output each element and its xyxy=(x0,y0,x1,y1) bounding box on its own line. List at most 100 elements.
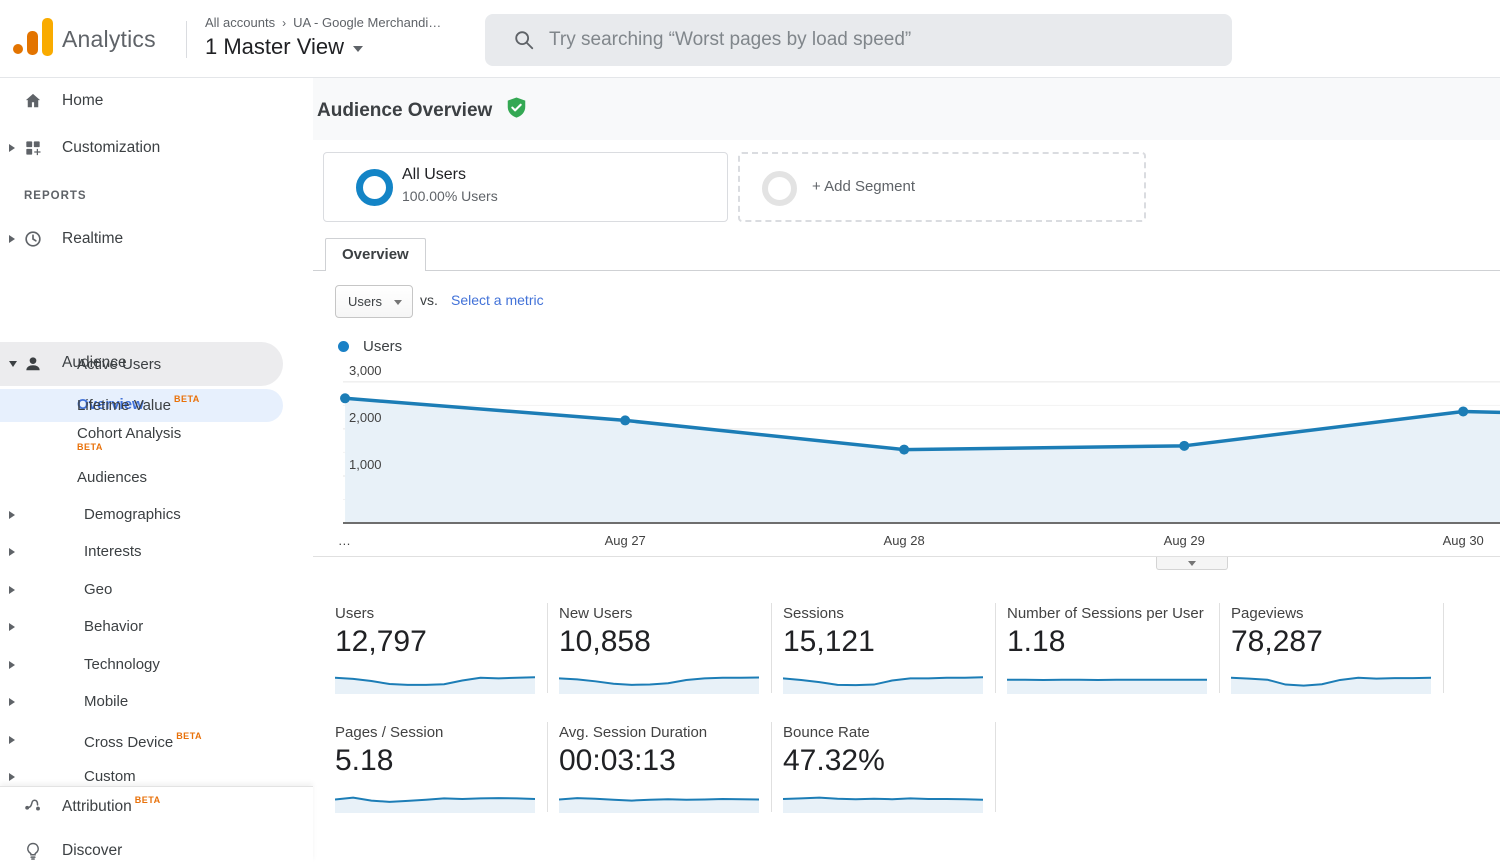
breadcrumb-separator-icon: › xyxy=(282,16,286,30)
app-header: Analytics All accounts › UA - Google Mer… xyxy=(0,0,1500,78)
metric-card-pages-per-session: Pages / Session 5.18 xyxy=(335,724,535,814)
metric-value: 12,797 xyxy=(335,625,427,659)
sidebar-item-discover[interactable]: Discover xyxy=(0,836,283,862)
sidebar-item-lifetime-value[interactable]: Lifetime ValueBETA xyxy=(0,388,283,418)
beta-badge: BETA xyxy=(174,394,200,404)
metric-label: Bounce Rate xyxy=(783,724,870,741)
sidebar-item-cross-device[interactable]: Cross DeviceBETA xyxy=(0,725,283,755)
metric-divider xyxy=(771,722,772,812)
breadcrumb-account[interactable]: All accounts xyxy=(205,15,275,30)
metric-card-avg-session-duration: Avg. Session Duration 00:03:13 xyxy=(559,724,759,814)
metric-card-bounce-rate: Bounce Rate 47.32% xyxy=(783,724,983,814)
legend-dot-icon xyxy=(338,341,349,352)
logo-dot xyxy=(13,44,23,54)
sidebar-item-label: Interests xyxy=(84,543,142,560)
sparkline-chart xyxy=(335,667,535,694)
logo-bar-short xyxy=(27,31,38,55)
search-input[interactable] xyxy=(549,29,1189,51)
sidebar-item-label: Behavior xyxy=(84,618,143,635)
sidebar-item-customization[interactable]: Customization xyxy=(0,133,283,163)
attribution-icon xyxy=(23,794,43,814)
metric-card-new-users: New Users 10,858 xyxy=(559,605,759,695)
metric-label: Sessions xyxy=(783,605,844,622)
chevron-down-icon xyxy=(353,46,363,52)
metric-divider xyxy=(547,722,548,812)
x-axis-label: Aug 28 xyxy=(884,533,925,548)
breadcrumb-property[interactable]: UA - Google Merchandi… xyxy=(293,15,441,30)
view-name: 1 Master View xyxy=(205,34,344,60)
breadcrumb: All accounts › UA - Google Merchandi… xyxy=(205,15,441,30)
sidebar-item-active-users[interactable]: Active Users xyxy=(0,350,283,380)
chevron-down-icon xyxy=(394,300,402,305)
x-axis-label: Aug 29 xyxy=(1164,533,1205,548)
add-segment-label: + Add Segment xyxy=(812,178,915,195)
segment-circle-icon xyxy=(762,171,797,206)
chevron-right-icon xyxy=(9,736,15,744)
clock-icon xyxy=(23,229,43,249)
chart-legend: Users xyxy=(338,338,402,355)
metric-label: New Users xyxy=(559,605,632,622)
metric-divider xyxy=(995,603,996,693)
analytics-logo-icon[interactable] xyxy=(12,17,56,59)
select-metric-link[interactable]: Select a metric xyxy=(451,292,544,308)
view-selector[interactable]: 1 Master View xyxy=(205,34,363,60)
sidebar-item-cohort-analysis[interactable]: Cohort Analysis BETA xyxy=(0,419,283,461)
chevron-right-icon xyxy=(9,773,15,781)
metric-card-sessions-per-user: Number of Sessions per User 1.18 xyxy=(1007,605,1207,695)
y-axis-label: 2,000 xyxy=(349,410,382,425)
users-chart-area: 1,0002,0003,000 …Aug 27Aug 28Aug 29Aug 3… xyxy=(313,363,1500,563)
legend-label: Users xyxy=(363,338,402,355)
beta-badge: BETA xyxy=(135,795,161,805)
sidebar-item-interests[interactable]: Interests xyxy=(0,537,283,567)
y-axis-label: 1,000 xyxy=(349,457,382,472)
tab-bar: Overview xyxy=(313,238,1500,271)
sidebar-item-demographics[interactable]: Demographics xyxy=(0,500,283,530)
sidebar-item-technology[interactable]: Technology xyxy=(0,650,283,680)
segment-card-all-users[interactable]: All Users 100.00% Users xyxy=(323,152,728,222)
beta-badge: BETA xyxy=(176,731,202,741)
sidebar-item-mobile[interactable]: Mobile xyxy=(0,687,283,717)
sidebar-item-label: Cross DeviceBETA xyxy=(84,731,202,751)
sidebar-item-label: Mobile xyxy=(84,693,128,710)
tab-overview[interactable]: Overview xyxy=(325,238,426,271)
add-segment-button[interactable]: + Add Segment xyxy=(738,152,1146,222)
metric-value: 47.32% xyxy=(783,744,885,778)
sparkline-chart xyxy=(559,786,759,813)
sidebar-item-label: Audiences xyxy=(77,469,147,486)
chevron-right-icon xyxy=(9,698,15,706)
metric-divider xyxy=(995,722,996,812)
sidebar-item-realtime[interactable]: Realtime xyxy=(0,224,283,254)
sparkline-chart xyxy=(559,667,759,694)
sparkline-chart xyxy=(335,786,535,813)
sparkline-chart xyxy=(783,667,983,694)
vs-label: vs. xyxy=(420,292,438,308)
verified-shield-icon xyxy=(506,96,527,120)
sidebar-item-audiences[interactable]: Audiences xyxy=(0,463,283,493)
metric-value: 15,121 xyxy=(783,625,875,659)
chart-divider xyxy=(313,556,1500,557)
search-bar[interactable] xyxy=(485,14,1232,66)
chevron-right-icon xyxy=(9,235,15,243)
beta-badge: BETA xyxy=(77,442,103,452)
sidebar-item-behavior[interactable]: Behavior xyxy=(0,612,283,642)
sidebar-item-label: Lifetime ValueBETA xyxy=(77,394,200,414)
metric-value: 1.18 xyxy=(1007,625,1065,659)
sidebar-item-geo[interactable]: Geo xyxy=(0,575,283,605)
sidebar-item-home[interactable]: Home xyxy=(0,86,283,116)
segment-circle-icon xyxy=(356,169,393,206)
chart-expander-button[interactable] xyxy=(1156,557,1228,570)
chevron-right-icon xyxy=(9,511,15,519)
chevron-right-icon xyxy=(9,144,15,152)
metric-value: 00:03:13 xyxy=(559,744,676,778)
header-divider xyxy=(186,21,187,58)
metric-label: Users xyxy=(335,605,374,622)
lightbulb-icon xyxy=(23,841,43,861)
metric-dropdown[interactable]: Users xyxy=(335,285,413,318)
sidebar-item-label: Demographics xyxy=(84,506,181,523)
sparkline-chart xyxy=(1007,667,1207,694)
segment-detail: 100.00% Users xyxy=(402,188,498,204)
sidebar: Home Customization REPORTS Realtime Audi… xyxy=(0,78,313,862)
sidebar-item-label: Discover xyxy=(62,842,122,860)
x-axis-label: … xyxy=(338,533,351,548)
sidebar-item-attribution[interactable]: AttributionBETA xyxy=(0,789,283,819)
